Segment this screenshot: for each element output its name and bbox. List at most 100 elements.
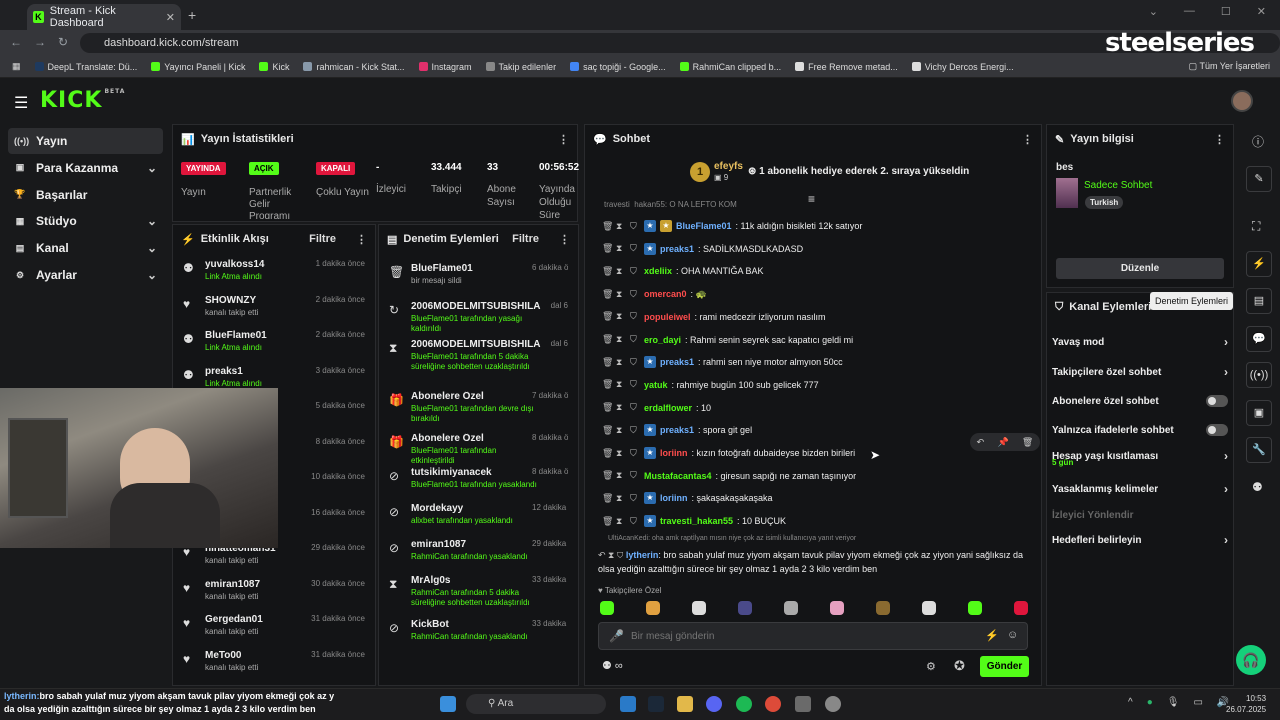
chat-settings-icon[interactable]: ⚙ (926, 660, 936, 673)
chat-more-icon[interactable]: ⋮ (1022, 133, 1033, 146)
tray-network-icon[interactable]: ▭ (1193, 697, 1202, 708)
chat-message[interactable]: 🗑 ⧗ ⛉ ★ travesti_hakan55: 10 BUÇUK (602, 512, 1022, 530)
emote-icon[interactable] (968, 601, 982, 615)
timeout-icon[interactable]: ⧗ (616, 516, 626, 527)
activity-filter-button[interactable]: Filtre (309, 233, 336, 245)
timeout-icon[interactable]: ⧗ (616, 493, 626, 504)
activity-more-icon[interactable]: ⋮ (356, 233, 367, 246)
ban-icon[interactable]: ⛉ (630, 289, 640, 300)
chat-message[interactable]: 🗑 ⧗ ⛉ ★ preaks1: rahmi sen niye motor almyıo… (602, 353, 1022, 371)
emote-icon[interactable] (738, 601, 752, 615)
rail-broadcast-icon[interactable]: ((•)) (1246, 362, 1272, 388)
delete-message-icon[interactable]: 🗑 (602, 402, 613, 413)
steam-icon[interactable] (648, 696, 664, 712)
bot-icon[interactable]: ✪ (954, 658, 965, 674)
chevron-right-icon[interactable]: › (1224, 482, 1228, 496)
delete-message-icon[interactable]: 🗑 (602, 221, 613, 232)
delete-message-icon[interactable]: 🗑 (602, 357, 613, 368)
minimize-icon[interactable]: — (1184, 5, 1195, 18)
ban-icon[interactable]: ⛉ (630, 266, 640, 277)
timeout-icon[interactable]: ⧗ (616, 221, 626, 232)
chat-message[interactable]: 🗑 ⧗ ⛉ xdeliix: OHA MANTIĞA BAK (602, 262, 1022, 280)
tray-chevron-icon[interactable]: ^ (1128, 697, 1133, 708)
chat-username[interactable]: preaks1 (660, 425, 694, 435)
ban-icon[interactable]: ⛉ (630, 402, 640, 413)
kick-emote-icon[interactable]: ⚡ (985, 629, 999, 642)
bookmark-item[interactable]: saç topiği - Google... (570, 62, 666, 72)
ban-icon[interactable]: ⛉ (630, 425, 640, 436)
rail-bolt-icon[interactable]: ⚡ (1246, 251, 1272, 277)
delete-message-icon[interactable]: 🗑 (602, 334, 613, 345)
discord-icon[interactable] (706, 696, 722, 712)
gifter-name[interactable]: efeyfs (714, 161, 743, 172)
bookmark-item[interactable]: Kick (259, 62, 289, 72)
timeout-icon[interactable]: ⧗ (616, 402, 626, 413)
chevron-right-icon[interactable]: › (1224, 335, 1228, 349)
sidebar-item-1[interactable]: ▣ Para Kazanma ⌄ (8, 155, 163, 181)
timeout-icon[interactable]: ⧗ (616, 266, 626, 277)
bookmark-item[interactable]: Instagram (418, 62, 472, 72)
tray-status-icon[interactable]: ● (1147, 697, 1153, 708)
tray-mic-icon[interactable]: 🎙 (1167, 697, 1180, 708)
edit-button[interactable]: Düzenle (1056, 258, 1224, 279)
chat-message[interactable]: 🗑 ⧗ ⛉ ero_dayi: Rahmi senin seyrek sac kapa… (602, 331, 1022, 349)
obs-icon[interactable] (825, 696, 841, 712)
chat-username[interactable]: preaks1 (660, 357, 694, 367)
bookmark-item[interactable]: rahmican - Kick Stat... (303, 62, 405, 72)
emoji-icon[interactable]: ☺ (1007, 629, 1018, 641)
ban-icon[interactable]: ⛉ (630, 448, 640, 459)
rail-expand-icon[interactable]: ⛶ (1252, 219, 1260, 234)
taskbar-clock[interactable]: 10:53 26.07.2025 (1226, 693, 1266, 715)
timeout-icon[interactable]: ⧗ (616, 379, 626, 390)
chat-username[interactable]: loriinn (660, 493, 688, 503)
chat-username[interactable]: yatuk (644, 380, 668, 390)
chat-username[interactable]: Mustafacantas4 (644, 471, 712, 481)
toggle-switch[interactable] (1206, 395, 1228, 407)
emote-icon[interactable] (646, 601, 660, 615)
chat-message[interactable]: 🗑 ⧗ ⛉ omercan0: 🐢 (602, 285, 1022, 303)
moderation-more-icon[interactable]: ⋮ (559, 233, 570, 246)
chrome-icon[interactable] (765, 696, 781, 712)
timeout-icon[interactable]: ⧗ (616, 289, 626, 300)
send-button[interactable]: Gönder (980, 656, 1029, 677)
rail-chat-icon[interactable]: 💬 (1246, 326, 1272, 352)
info-icon[interactable]: ⓘ (1252, 133, 1264, 150)
chat-message[interactable]: 🗑 ⧗ ⛉ ★ ★ BlueFlame01: 11k aldığın bisikleti … (602, 217, 1022, 235)
sidebar-item-3[interactable]: ▦ Stüdyo ⌄ (8, 208, 163, 234)
ban-icon[interactable]: ⛉ (630, 516, 640, 527)
chat-message[interactable]: 🗑 ⧗ ⛉ ★ preaks1: SADİLKMASDLKADASD (602, 240, 1022, 258)
chat-message[interactable]: 🗑 ⧗ ⛉ ★ loriinn: şakaşakaşakaşaka (602, 489, 1022, 507)
maximize-icon[interactable]: ☐ (1221, 5, 1231, 18)
emote-icon[interactable] (922, 601, 936, 615)
timeout-icon[interactable]: ⧗ (616, 334, 626, 345)
sidebar-item-0[interactable]: ((•)) Yayın (8, 128, 163, 154)
taskbar-app-icon[interactable] (620, 696, 636, 712)
chat-username[interactable]: erdalflower (644, 403, 692, 413)
timeout-icon[interactable]: ⧗ (616, 243, 626, 254)
chat-username[interactable]: ero_dayi (644, 335, 681, 345)
delete-message-icon[interactable]: 🗑 (602, 311, 613, 322)
rail-moderation-icon[interactable]: ▤ (1246, 288, 1272, 314)
bookmark-item[interactable]: RahmiCan clipped b... (679, 62, 781, 72)
emote-icon[interactable] (600, 601, 614, 615)
sidebar-item-2[interactable]: 🏆 Başarılar (8, 182, 163, 208)
chat-input[interactable] (631, 627, 961, 645)
timeout-icon[interactable]: ⧗ (616, 470, 626, 481)
chevron-down-icon[interactable]: ⌄ (147, 161, 157, 175)
url-field[interactable]: dashboard.kick.com/stream (80, 33, 1280, 53)
timeout-icon[interactable]: ⧗ (616, 311, 626, 322)
delete-message-icon[interactable]: 🗑 (602, 516, 613, 527)
tab-search-icon[interactable]: ⌄ (1149, 5, 1158, 18)
chat-username[interactable]: BlueFlame01 (676, 221, 732, 231)
chevron-down-icon[interactable]: ⌄ (147, 214, 157, 228)
delete-message-icon[interactable]: 🗑 (602, 243, 613, 254)
timeout-icon[interactable]: ⧗ (616, 448, 626, 459)
chat-message[interactable]: 🗑 ⧗ ⛉ ★ preaks1: spora git gel (602, 421, 1022, 439)
moderation-filter-button[interactable]: Filtre (512, 233, 539, 245)
spotify-icon[interactable] (736, 696, 752, 712)
emote-icon[interactable] (876, 601, 890, 615)
chat-username[interactable]: omercan0 (644, 289, 687, 299)
hamburger-menu-icon[interactable]: ☰ (14, 93, 28, 113)
chat-username[interactable]: xdeliix (644, 266, 672, 276)
delete-message-icon[interactable]: 🗑 (602, 448, 613, 459)
